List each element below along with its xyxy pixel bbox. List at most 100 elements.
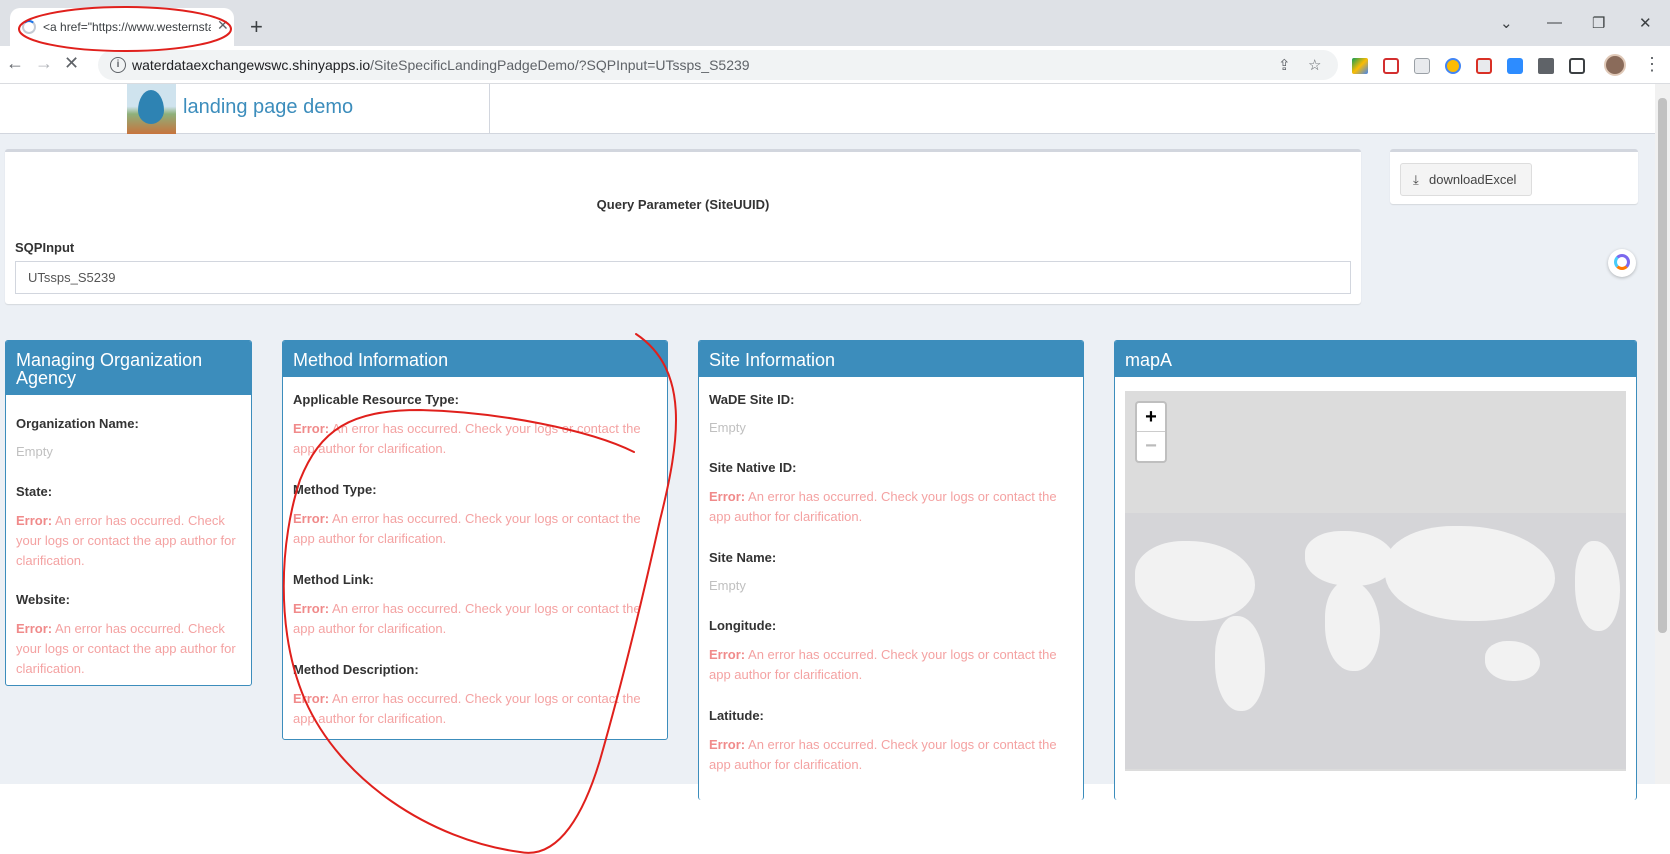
url-host: waterdataexchangewswc.shinyapps.io <box>132 57 371 73</box>
scroll-thumb[interactable] <box>1658 98 1667 633</box>
bookmark-star-icon[interactable]: ☆ <box>1308 56 1321 74</box>
site-native-id-label: Site Native ID: <box>709 460 797 475</box>
map-landmass <box>1485 641 1540 681</box>
error-prefix: Error: <box>709 647 746 662</box>
error-prefix: Error: <box>293 421 330 436</box>
puzzle-extensions-icon[interactable] <box>1538 58 1554 74</box>
website-error: Error: An error has occurred. Check your… <box>16 619 241 679</box>
side-panel-icon[interactable] <box>1569 58 1585 74</box>
share-icon[interactable]: ⇪ <box>1278 56 1291 74</box>
site-info-icon[interactable]: i <box>110 57 126 73</box>
managing-organization-card: Managing Organization Agency Organizatio… <box>5 340 252 686</box>
map-card: mapA + − <box>1114 340 1637 800</box>
error-message: An error has occurred. Check your logs o… <box>293 421 641 456</box>
error-prefix: Error: <box>293 511 330 526</box>
method-type-error: Error: An error has occurred. Check your… <box>293 509 657 549</box>
site-information-title: Site Information <box>699 341 1083 377</box>
sqp-input[interactable] <box>15 261 1351 294</box>
error-prefix: Error: <box>293 601 330 616</box>
close-tab-icon[interactable]: ✕ <box>217 17 229 34</box>
url-path: /SiteSpecificLandingPadgeDemo/?SQPInput=… <box>370 57 750 73</box>
latitude-error: Error: An error has occurred. Check your… <box>709 735 1073 775</box>
wade-site-id-label: WaDE Site ID: <box>709 392 795 407</box>
back-icon[interactable]: ← <box>6 54 24 72</box>
error-message: An error has occurred. Check your logs o… <box>709 489 1057 524</box>
address-bar[interactable]: i waterdataexchangewswc.shinyapps.io/Sit… <box>98 50 1338 80</box>
method-type-label: Method Type: <box>293 482 377 497</box>
close-window-icon[interactable]: ✕ <box>1639 14 1652 32</box>
download-excel-button[interactable]: ⤓ downloadExcel <box>1400 163 1532 196</box>
method-description-error: Error: An error has occurred. Check your… <box>293 689 657 729</box>
zoom-app-icon[interactable] <box>1507 58 1523 74</box>
resource-type-label: Applicable Resource Type: <box>293 392 459 407</box>
page-content: landing page demo Query Parameter (SiteU… <box>0 84 1670 800</box>
browser-tab[interactable]: <a href="https://www.westernstates ✕ <box>10 8 234 46</box>
map-title: mapA <box>1115 341 1636 377</box>
resource-type-error: Error: An error has occurred. Check your… <box>293 419 657 459</box>
error-message: An error has occurred. Check your logs o… <box>293 691 641 726</box>
forward-icon[interactable]: → <box>35 54 53 72</box>
clickup-widget-icon[interactable] <box>1608 249 1636 277</box>
download-icon: ⤓ <box>1413 172 1419 187</box>
cast-icon[interactable] <box>1476 58 1492 74</box>
query-parameter-title: Query Parameter (SiteUUID) <box>596 197 770 212</box>
map-zoom-control: + − <box>1135 401 1167 463</box>
site-name-value: Empty <box>709 578 746 593</box>
restore-icon[interactable]: ❐ <box>1592 14 1605 32</box>
zoom-in-button[interactable]: + <box>1137 403 1165 432</box>
website-label: Website: <box>16 592 70 607</box>
method-information-title: Method Information <box>283 341 667 377</box>
site-name-label: Site Name: <box>709 550 777 565</box>
organization-name-value: Empty <box>16 444 53 459</box>
browser-toolbar: ← → ✕ i waterdataexchangewswc.shinyapps.… <box>0 46 1670 84</box>
url-text: waterdataexchangewswc.shinyapps.io/SiteS… <box>132 57 750 73</box>
error-prefix: Error: <box>16 621 53 636</box>
error-prefix: Error: <box>16 513 53 528</box>
error-message: An error has occurred. Check your logs o… <box>293 511 641 546</box>
error-message: An error has occurred. Check your logs o… <box>709 737 1057 772</box>
download-box: ⤓ downloadExcel <box>1390 149 1638 204</box>
method-link-error: Error: An error has occurred. Check your… <box>293 599 657 639</box>
loading-spinner-icon <box>22 20 36 34</box>
longitude-error: Error: An error has occurred. Check your… <box>709 645 1073 685</box>
error-prefix: Error: <box>293 691 330 706</box>
error-message: An error has occurred. Check your logs o… <box>293 601 641 636</box>
method-information-card: Method Information Applicable Resource T… <box>282 340 668 740</box>
tab-search-icon[interactable]: ⌄ <box>1500 14 1513 32</box>
browser-menu-icon[interactable]: ⋮ <box>1643 54 1661 75</box>
document-icon[interactable] <box>1414 58 1430 74</box>
method-link-label: Method Link: <box>293 572 374 587</box>
longitude-label: Longitude: <box>709 618 777 633</box>
query-parameter-box: Query Parameter (SiteUUID) SQPInput <box>5 149 1361 304</box>
site-native-id-error: Error: An error has occurred. Check your… <box>709 487 1073 527</box>
stop-loading-icon[interactable]: ✕ <box>64 54 79 72</box>
google-drive-icon[interactable] <box>1352 58 1368 74</box>
tab-title: <a href="https://www.westernstates <box>43 20 211 34</box>
leaflet-map[interactable]: + − <box>1125 391 1626 771</box>
profile-avatar[interactable] <box>1604 54 1626 76</box>
wswc-logo-icon <box>127 84 176 134</box>
app-logo-area[interactable]: landing page demo <box>127 84 490 134</box>
chrome-extension-icon[interactable] <box>1445 58 1461 74</box>
minimize-icon[interactable]: — <box>1547 14 1562 31</box>
download-excel-label: downloadExcel <box>1429 172 1517 187</box>
error-prefix: Error: <box>709 737 746 752</box>
app-title: landing page demo <box>183 96 354 118</box>
state-error: Error: An error has occurred. Check your… <box>16 511 241 571</box>
wade-site-id-value: Empty <box>709 420 746 435</box>
organization-name-label: Organization Name: <box>16 416 139 431</box>
new-tab-icon[interactable]: + <box>250 16 263 38</box>
extension-icon[interactable] <box>1383 58 1399 74</box>
managing-organization-title: Managing Organization Agency <box>6 341 251 395</box>
error-message: An error has occurred. Check your logs o… <box>709 647 1057 682</box>
page-scrollbar[interactable] <box>1655 84 1670 784</box>
zoom-out-button[interactable]: − <box>1137 432 1165 461</box>
latitude-label: Latitude: <box>709 708 764 723</box>
app-navbar: landing page demo <box>0 84 1655 134</box>
browser-tab-bar: <a href="https://www.westernstates ✕ + ⌄… <box>0 0 1670 46</box>
method-description-label: Method Description: <box>293 662 419 677</box>
state-label: State: <box>16 484 53 499</box>
error-prefix: Error: <box>709 489 746 504</box>
sqp-input-label: SQPInput <box>15 240 75 255</box>
site-information-card: Site Information WaDE Site ID: Empty Sit… <box>698 340 1084 800</box>
